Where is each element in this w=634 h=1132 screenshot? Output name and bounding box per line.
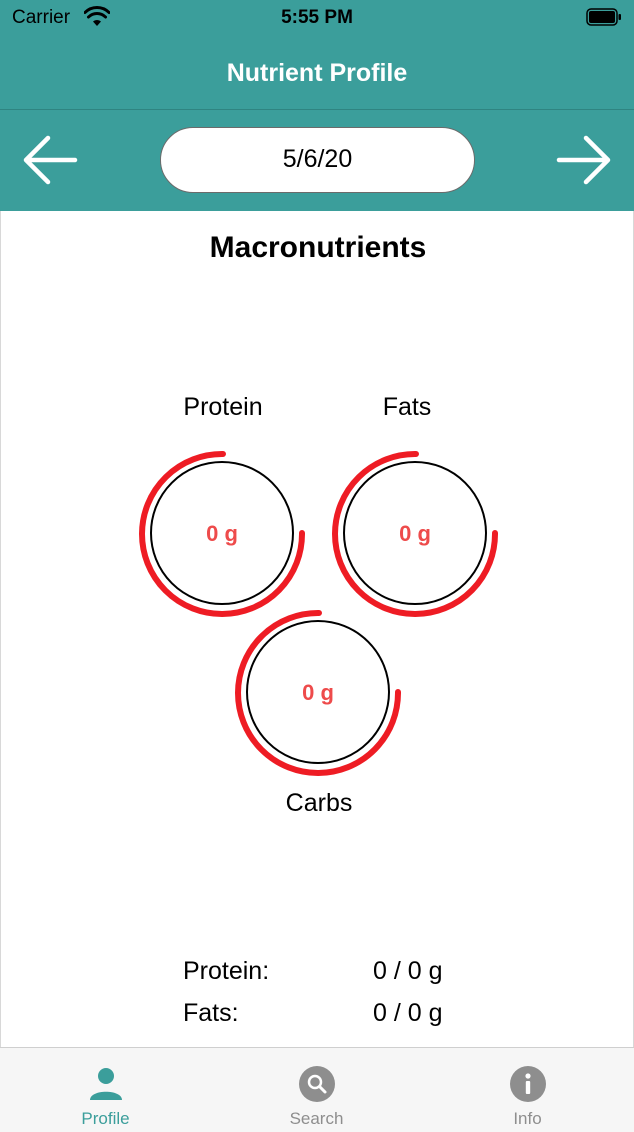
tab-label: Search (289, 1109, 344, 1128)
summary-value: 0 / 0 g (373, 999, 443, 1027)
carbs-ring-value: 0 g (302, 680, 334, 705)
person-icon (90, 1068, 122, 1100)
macronutrient-rings: 0 g 0 g 0 g (139, 450, 499, 776)
carbs-ring-label: Carbs (285, 789, 353, 817)
search-icon (299, 1066, 335, 1102)
summary-row-protein: Protein: 0 / 0 g (183, 957, 483, 993)
fats-ring-value: 0 g (399, 521, 431, 546)
status-bar: Carrier 5:55 PM (0, 0, 634, 38)
page-title: Nutrient Profile (226, 59, 408, 87)
tab-label: Profile (81, 1109, 130, 1128)
date-display[interactable]: 5/6/20 (160, 127, 475, 193)
navigation-bar: Nutrient Profile (0, 38, 634, 110)
arrow-left-icon[interactable] (20, 132, 80, 188)
summary-label: Fats: (183, 999, 239, 1027)
protein-ring: 0 g (139, 450, 306, 617)
tab-label: Info (513, 1109, 542, 1128)
summary-label: Protein: (183, 957, 270, 985)
tab-bar: Profile Search Info (0, 1047, 634, 1132)
summary-value: 0 / 0 g (373, 957, 443, 985)
summary-row-fats: Fats: 0 / 0 g (183, 999, 483, 1035)
date-bar: 5/6/20 (0, 110, 634, 211)
tab-info[interactable]: Info (422, 1048, 633, 1132)
macronutrients-panel: Macronutrients Protein Fats 0 g 0 g 0 g … (0, 211, 634, 1047)
tab-search[interactable]: Search (211, 1048, 422, 1132)
tab-profile[interactable]: Profile (0, 1048, 211, 1132)
battery-icon (586, 8, 621, 26)
fats-ring: 0 g (332, 450, 499, 617)
info-icon (510, 1066, 546, 1102)
carbs-ring: 0 g (235, 609, 402, 776)
status-time: 5:55 PM (281, 7, 353, 28)
protein-ring-value: 0 g (206, 521, 238, 546)
arrow-right-icon[interactable] (554, 132, 614, 188)
